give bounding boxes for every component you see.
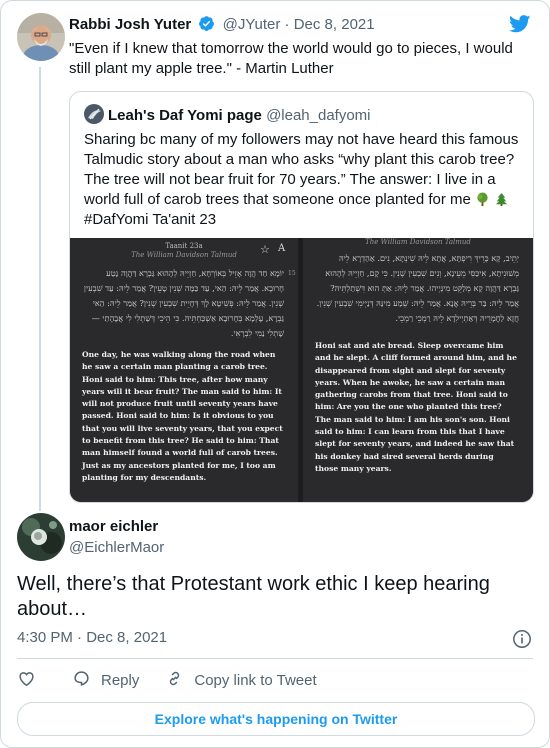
quoted-tweet-header: Leah's Daf Yomi page @leah_dafyomi bbox=[84, 104, 371, 124]
talmud-hebrew-text-right: יְתֵיב, קָא כָּרֵיךְ רִיפְתָּא, אֲתָא לֵ… bbox=[316, 253, 519, 323]
explore-twitter-button[interactable]: Explore what's happening on Twitter bbox=[17, 702, 535, 736]
info-icon[interactable] bbox=[512, 629, 532, 654]
verified-badge-icon bbox=[198, 15, 215, 36]
separator-dot: · bbox=[77, 629, 83, 646]
talmud-english-text: One day, he was walking along the road w… bbox=[82, 350, 283, 482]
reply-author-handle[interactable]: @EichlerMaor bbox=[69, 539, 164, 556]
like-button[interactable] bbox=[17, 669, 46, 692]
reply-text: Well, there’s that Protestant work ethic… bbox=[17, 573, 490, 620]
evergreen-tree-icon bbox=[494, 192, 509, 207]
heart-icon bbox=[17, 669, 46, 692]
reply-label: Reply bbox=[101, 671, 140, 689]
quoted-hashtags[interactable]: #DafYomi Ta'anit 23 bbox=[84, 211, 216, 228]
author-avatar[interactable] bbox=[17, 13, 65, 61]
deciduous-tree-icon bbox=[475, 192, 490, 207]
thread-line bbox=[39, 67, 41, 511]
twitter-bird-icon[interactable] bbox=[509, 15, 531, 38]
talmud-page-subtitle-right: The William Davidson Talmud bbox=[365, 238, 471, 246]
talmud-page-right: The William Davidson Talmud יְתֵיב, קָא … bbox=[303, 238, 533, 502]
tweet-date[interactable]: Dec 8, 2021 bbox=[294, 16, 375, 33]
author-handle[interactable]: @JYuter bbox=[223, 16, 281, 33]
star-icon: ☆ bbox=[260, 243, 270, 256]
reply-date[interactable]: Dec 8, 2021 bbox=[86, 629, 167, 646]
copy-link-label: Copy link to Tweet bbox=[194, 671, 317, 689]
quoted-tweet[interactable]: Leah's Daf Yomi page @leah_dafyomi Shari… bbox=[69, 91, 534, 503]
quoted-author-handle: @leah_dafyomi bbox=[266, 107, 371, 124]
talmud-page-number: 15 bbox=[288, 270, 296, 277]
author-name[interactable]: Rabbi Josh Yuter bbox=[69, 16, 191, 33]
link-icon bbox=[165, 669, 194, 692]
quoted-tweet-text: Sharing bc many of my followers may not … bbox=[84, 130, 524, 230]
tweet-embed-card: Rabbi Josh Yuter @JYuter · Dec 8, 2021 "… bbox=[0, 0, 550, 748]
copy-link-button[interactable]: Copy link to Tweet bbox=[165, 669, 317, 692]
quoted-author-avatar bbox=[84, 104, 104, 124]
reply-time[interactable]: 4:30 PM bbox=[17, 629, 73, 646]
reply-author-avatar[interactable] bbox=[17, 513, 65, 561]
talmud-english-text-right: Honi sat and ate bread. Sleep overcame h… bbox=[315, 341, 517, 473]
quoted-media-image[interactable]: Taanit 23a The William Davidson Talmud ☆… bbox=[70, 238, 533, 502]
reply-author-name[interactable]: maor eichler bbox=[69, 518, 158, 535]
tweet-text: "Even if I knew that tomorrow the world … bbox=[69, 40, 513, 77]
action-bar: Reply Copy link to Tweet bbox=[17, 669, 343, 691]
divider bbox=[17, 658, 533, 659]
separator-dot: · bbox=[284, 16, 290, 33]
quoted-text-body: Sharing bc many of my followers may not … bbox=[84, 131, 519, 208]
reply-icon bbox=[72, 669, 101, 692]
talmud-hebrew-text: יוֹמָא חַד הֲוָה אָזֵיל בְּאוֹרְחָא, חַז… bbox=[83, 268, 284, 338]
reply-button[interactable]: Reply bbox=[72, 669, 139, 692]
text-size-icon: A bbox=[278, 243, 286, 254]
talmud-page-left: Taanit 23a The William Davidson Talmud ☆… bbox=[70, 238, 298, 502]
reply-timestamp[interactable]: 4:30 PM · Dec 8, 2021 bbox=[17, 629, 167, 646]
quoted-author-name: Leah's Daf Yomi page bbox=[108, 107, 262, 124]
tweet-header: Rabbi Josh Yuter @JYuter · Dec 8, 2021 bbox=[69, 15, 375, 36]
